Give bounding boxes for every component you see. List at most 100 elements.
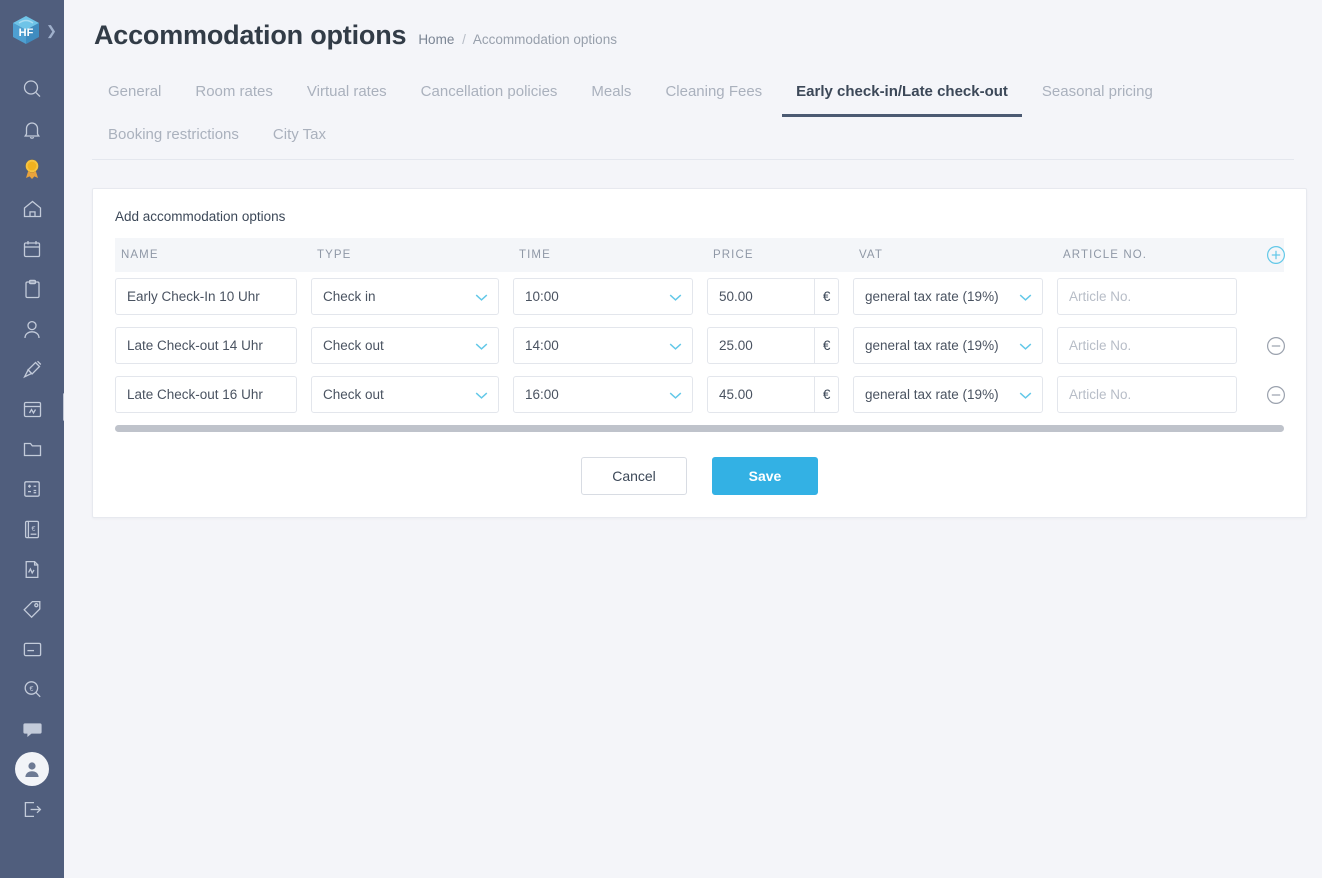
tab-cleaning-fees[interactable]: Cleaning Fees (651, 73, 776, 117)
price-input-row-1[interactable] (707, 278, 816, 315)
magnifier-euro-icon: € (22, 679, 43, 700)
minus-circle-icon[interactable] (1266, 385, 1286, 405)
breadcrumb: Home / Accommodation options (418, 32, 617, 47)
horizontal-scrollbar-thumb[interactable] (115, 425, 1284, 432)
chevron-down-icon (1019, 289, 1032, 304)
name-input-row-2[interactable] (115, 327, 297, 364)
column-header-price: PRICE (713, 249, 754, 261)
sidebar-item-account[interactable] (0, 749, 64, 789)
sidebar-item-awards[interactable] (0, 149, 64, 189)
breadcrumb-separator: / (462, 32, 466, 47)
sidebar-item-logout[interactable] (0, 789, 64, 829)
tab-cancellation-policies[interactable]: Cancellation policies (407, 73, 572, 117)
vat-select-row-2[interactable]: general tax rate (19%) (853, 327, 1043, 364)
tab-general[interactable]: General (94, 73, 175, 117)
page-title: Accommodation options (94, 20, 407, 50)
name-input-row-3[interactable] (115, 376, 297, 413)
accommodation-options-card: Add accommodation options NAME TYPE TIME… (92, 188, 1307, 518)
sidebar-item-invoices[interactable]: € (0, 509, 64, 549)
type-select-value-row-2: Check out (323, 338, 384, 353)
chevron-right-icon[interactable]: ❯ (46, 23, 57, 39)
sidebar: HF ❯ € € (0, 0, 66, 878)
calendar-icon (22, 239, 42, 259)
vat-select-row-3[interactable]: general tax rate (19%) (853, 376, 1043, 413)
cancel-button[interactable]: Cancel (581, 457, 687, 495)
price-field-row-1: € (707, 278, 839, 315)
vat-select-value-row-1: general tax rate (19%) (865, 289, 999, 304)
chevron-down-icon (1019, 338, 1032, 353)
vat-select-row-1[interactable]: general tax rate (19%) (853, 278, 1043, 315)
breadcrumb-current: Accommodation options (472, 32, 617, 47)
tab-city-tax[interactable]: City Tax (259, 116, 340, 160)
card-icon (22, 641, 43, 658)
horizontal-scrollbar[interactable] (115, 425, 1284, 432)
options-table: NAME TYPE TIME PRICE VAT ARTICLE NO. Ear… (93, 238, 1306, 419)
euro-book-icon: € (23, 519, 41, 540)
sidebar-item-tasks[interactable] (0, 269, 64, 309)
table-row: Check out 14:00 (115, 321, 1286, 370)
type-select-row-1[interactable]: Check in (311, 278, 499, 315)
sidebar-item-rates[interactable] (0, 589, 64, 629)
sidebar-item-price-check[interactable]: € (0, 669, 64, 709)
cleaning-icon (22, 359, 43, 380)
tab-bar: General Room rates Virtual rates Cancell… (92, 73, 1294, 160)
tab-room-rates[interactable]: Room rates (181, 73, 287, 117)
breadcrumb-home[interactable]: Home (418, 32, 454, 47)
calculator-icon (22, 479, 42, 499)
sidebar-item-accounting[interactable] (0, 469, 64, 509)
svg-text:€: € (29, 685, 33, 692)
currency-symbol-row-1: € (815, 278, 839, 315)
plus-circle-icon[interactable] (1266, 245, 1286, 265)
sidebar-item-guests[interactable] (0, 309, 64, 349)
article-no-input-row-2[interactable] (1057, 327, 1237, 364)
chevron-down-icon (475, 289, 488, 304)
sidebar-item-housekeeping[interactable] (0, 349, 64, 389)
column-header-name: NAME (121, 249, 159, 261)
sidebar-logo[interactable]: HF ❯ (0, 0, 64, 60)
sidebar-item-notifications[interactable] (0, 109, 64, 149)
logout-icon (22, 800, 43, 819)
avatar-icon (15, 752, 49, 786)
main-content: Accommodation options Home / Accommodati… (64, 0, 1322, 878)
chevron-down-icon (475, 338, 488, 353)
minus-circle-icon[interactable] (1266, 336, 1286, 356)
tab-booking-restrictions[interactable]: Booking restrictions (94, 116, 253, 160)
type-select-value-row-3: Check out (323, 387, 384, 402)
tab-meals[interactable]: Meals (577, 73, 645, 117)
tag-icon (22, 599, 43, 620)
sidebar-item-messages[interactable] (0, 709, 64, 749)
time-select-row-1[interactable]: 10:00 (513, 278, 693, 315)
sidebar-item-channels[interactable] (0, 389, 64, 429)
type-select-row-3[interactable]: Check out (311, 376, 499, 413)
currency-symbol-row-2: € (815, 327, 839, 364)
tab-seasonal-pricing[interactable]: Seasonal pricing (1028, 73, 1167, 117)
sidebar-item-calendar[interactable] (0, 229, 64, 269)
home-icon (22, 199, 43, 219)
table-header-row: NAME TYPE TIME PRICE VAT ARTICLE NO. (115, 238, 1286, 272)
time-select-value-row-3: 16:00 (525, 387, 559, 402)
name-input-row-1[interactable] (115, 278, 297, 315)
svg-text:HF: HF (19, 27, 34, 39)
vat-select-value-row-2: general tax rate (19%) (865, 338, 999, 353)
price-input-row-2[interactable] (707, 327, 816, 364)
report-icon (23, 559, 41, 580)
article-no-input-row-3[interactable] (1057, 376, 1237, 413)
time-select-row-3[interactable]: 16:00 (513, 376, 693, 413)
sidebar-item-payments[interactable] (0, 629, 64, 669)
card-title: Add accommodation options (115, 209, 286, 224)
article-no-input-row-1[interactable] (1057, 278, 1237, 315)
tab-virtual-rates[interactable]: Virtual rates (293, 73, 401, 117)
chevron-down-icon (669, 289, 682, 304)
sidebar-item-home[interactable] (0, 189, 64, 229)
sidebar-item-documents[interactable] (0, 429, 64, 469)
tab-early-checkin-late-checkout[interactable]: Early check-in/Late check-out (782, 73, 1022, 117)
column-header-vat: VAT (859, 249, 883, 261)
sidebar-item-search[interactable] (0, 69, 64, 109)
time-select-row-2[interactable]: 14:00 (513, 327, 693, 364)
price-input-row-3[interactable] (707, 376, 816, 413)
sidebar-item-reports[interactable] (0, 549, 64, 589)
type-select-row-2[interactable]: Check out (311, 327, 499, 364)
medal-icon (22, 158, 42, 180)
hf-cube-logo: HF (9, 13, 43, 47)
save-button[interactable]: Save (712, 457, 818, 495)
